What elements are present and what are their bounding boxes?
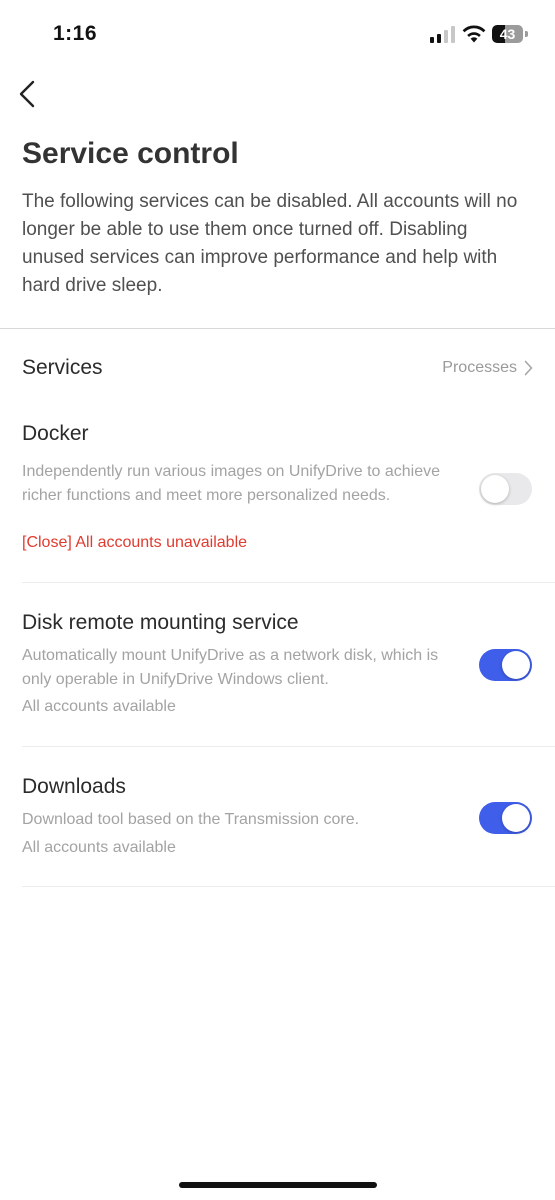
service-description: Download tool based on the Transmission … <box>22 811 360 828</box>
processes-link[interactable]: Processes <box>442 359 533 377</box>
processes-label: Processes <box>442 359 517 376</box>
page-description: The following services can be disabled. … <box>22 191 518 296</box>
section-title: Services <box>22 356 103 379</box>
header-divider <box>0 328 555 329</box>
downloads-toggle[interactable] <box>479 802 532 834</box>
service-status: All accounts available <box>22 839 176 856</box>
service-downloads: Downloads Download tool based on the Tra… <box>22 775 555 905</box>
toggle-knob <box>502 651 530 679</box>
status-time: 1:16 <box>53 22 98 45</box>
cellular-signal-icon <box>430 26 456 43</box>
page-title: Service control <box>22 137 239 170</box>
status-bar: 1:16 43 <box>0 0 555 70</box>
chevron-left-icon <box>19 80 35 108</box>
service-description: Automatically mount UnifyDrive as a netw… <box>22 647 439 688</box>
service-docker: Docker Independently run various images … <box>22 422 555 592</box>
row-divider <box>22 746 555 747</box>
battery-tip <box>525 31 528 37</box>
toggle-knob <box>481 475 509 503</box>
service-name: Docker <box>22 422 89 445</box>
row-divider <box>22 582 555 583</box>
docker-toggle[interactable] <box>479 473 532 505</box>
back-button[interactable] <box>12 76 46 112</box>
disk-remote-mounting-toggle[interactable] <box>479 649 532 681</box>
service-description: Independently run various images on Unif… <box>22 463 441 504</box>
service-status: All accounts available <box>22 698 176 715</box>
battery-icon: 43 <box>492 25 523 43</box>
service-name: Disk remote mounting service <box>22 611 299 634</box>
home-indicator <box>179 1182 377 1188</box>
row-divider <box>22 886 555 887</box>
service-name: Downloads <box>22 775 126 798</box>
chevron-right-icon <box>524 360 533 376</box>
battery-percent: 43 <box>499 26 516 42</box>
toggle-knob <box>502 804 530 832</box>
service-status: [Close] All accounts unavailable <box>22 534 248 551</box>
wifi-icon <box>462 25 486 43</box>
service-disk-remote-mounting: Disk remote mounting service Automatical… <box>22 611 555 761</box>
